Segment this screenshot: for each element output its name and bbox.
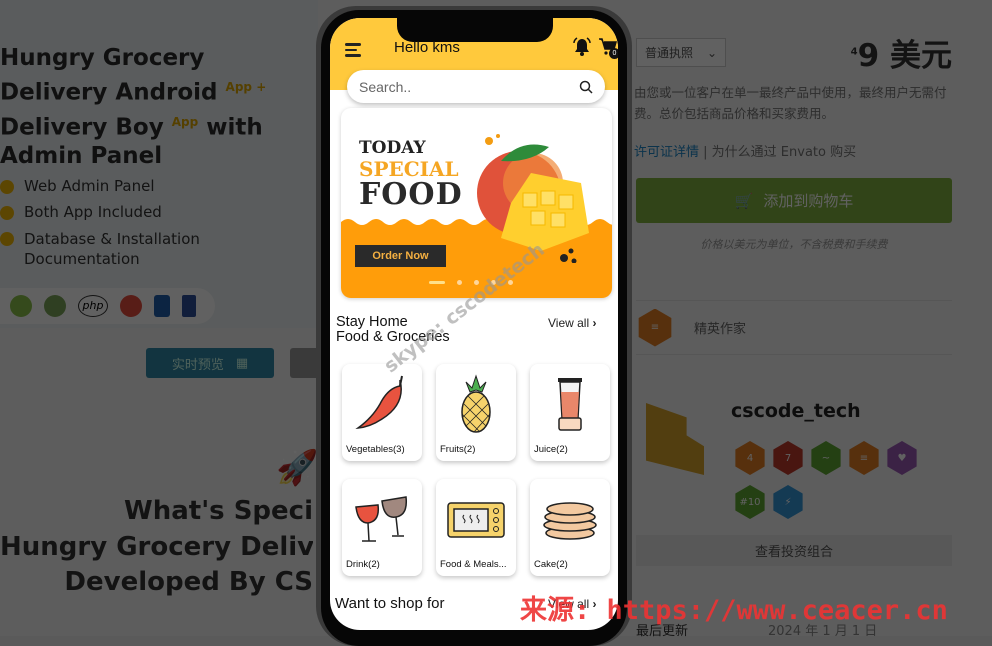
preview-icon: ▦ [235, 355, 249, 371]
license-links: 许可证详情 | 为什么通过 Envato 购买 [634, 145, 857, 160]
search-input[interactable]: Search.. [347, 70, 605, 103]
badge-icon: 7 [773, 441, 803, 475]
badge-icon: ⚡ [773, 485, 803, 519]
section-title: Want to shop for [335, 595, 445, 612]
live-preview-button[interactable]: 实时预览 ▦ [146, 348, 274, 378]
view-all-link[interactable]: View all › [548, 597, 596, 611]
badge-icon: ♥ [887, 441, 917, 475]
badge-icon: 4 [735, 441, 765, 475]
category-card-fruits[interactable]: Fruits(2) [436, 364, 516, 461]
license-description: 由您或一位客户在单一最终产品中使用，最终用户无需付费。总价包括商品价格和买家费用… [634, 85, 947, 121]
opencart-icon [120, 295, 142, 317]
chili-icon [355, 375, 403, 429]
last-updated-row: 最后更新 2024 年 1 月 1 日 [636, 624, 878, 639]
why-envato-link[interactable]: 为什么通过 Envato 购买 [712, 145, 856, 160]
badge-icon: ≡ [849, 441, 879, 475]
featured-author-row: ≡ 精英作家 [636, 300, 952, 355]
paypal-icon [154, 295, 170, 317]
analytics-icon [182, 295, 196, 317]
wine-glasses-icon [355, 496, 408, 542]
cart-count-badge: 0 [609, 48, 618, 59]
category-card-drink[interactable]: Drink(2) [342, 479, 422, 576]
hero-bullet: Database & Installation Documentation [0, 229, 200, 269]
banner-line-3: FOOD [359, 177, 463, 212]
php-icon: php [78, 295, 108, 317]
banner-line-1: TODAY [359, 138, 426, 158]
hero-title: Hungry Grocery Delivery Android App + Deli… [0, 45, 267, 170]
hero-bullet: Web Admin Panel [0, 177, 155, 195]
view-portfolio-button[interactable]: 查看投资组合 [636, 535, 952, 566]
carousel-dots[interactable] [429, 280, 513, 285]
menu-icon[interactable] [345, 43, 361, 60]
add-to-cart-button[interactable]: 🛒 添加到购物车 [636, 178, 952, 223]
category-card-vegetables[interactable]: Vegetables(3) [342, 364, 422, 461]
category-card-cake[interactable]: Cake(2) [530, 479, 610, 576]
badge-icon: ~ [811, 441, 841, 475]
order-now-button[interactable]: Order Now [355, 245, 446, 267]
android-icon [10, 295, 32, 317]
section-heading: Hungry Grocery Deliv [0, 532, 313, 562]
section-heading: What's Speci [124, 496, 313, 526]
author-badges: 4 7 ~ ≡ ♥ [733, 441, 919, 475]
category-card-food-meals[interactable]: Food & Meals... [436, 479, 516, 576]
chevron-down-icon: ⌄ [706, 45, 717, 60]
badge-icon: #10 [735, 485, 765, 519]
license-details-link[interactable]: 许可证详情 [634, 145, 699, 160]
tech-icons-row: php [0, 288, 215, 324]
mango-image [477, 134, 589, 263]
license-select[interactable]: 普通执照 ⌄ [636, 38, 726, 67]
promo-banner[interactable]: TODAY SPECIAL FOOD Order Now [341, 108, 612, 298]
hero-bullet: Both App Included [0, 203, 162, 221]
chevron-right-icon: › [592, 597, 597, 611]
cart-icon: 🛒 [734, 191, 754, 210]
elite-author-badge-icon: ≡ [638, 308, 672, 347]
pineapple-icon [461, 374, 491, 433]
author-badges: #10 ⚡ [733, 485, 805, 519]
app-screen: Hello kms 0 Search.. TODAY SPECIAL FOOD … [330, 18, 618, 630]
category-card-juice[interactable]: Juice(2) [530, 364, 610, 461]
author-avatar[interactable] [646, 403, 704, 475]
microwave-icon [447, 502, 505, 538]
author-name[interactable]: cscode_tech [731, 400, 861, 422]
price-note: 价格以美元为单位，不含税费和手续费 [700, 238, 888, 251]
rocket-icon: 🚀 [276, 448, 319, 488]
api-icon [44, 295, 66, 317]
chevron-right-icon: › [592, 316, 597, 330]
section-title: Stay Home Food & Groceries [336, 314, 450, 345]
greeting: Hello kms [394, 39, 460, 56]
section-heading: Developed By CS [64, 567, 313, 597]
search-icon[interactable] [579, 80, 593, 94]
pancakes-icon [543, 502, 597, 540]
view-all-link[interactable]: View all › [548, 316, 596, 330]
bell-icon[interactable] [572, 37, 592, 57]
blender-icon [558, 378, 582, 431]
price: 49 美元 [850, 38, 952, 74]
